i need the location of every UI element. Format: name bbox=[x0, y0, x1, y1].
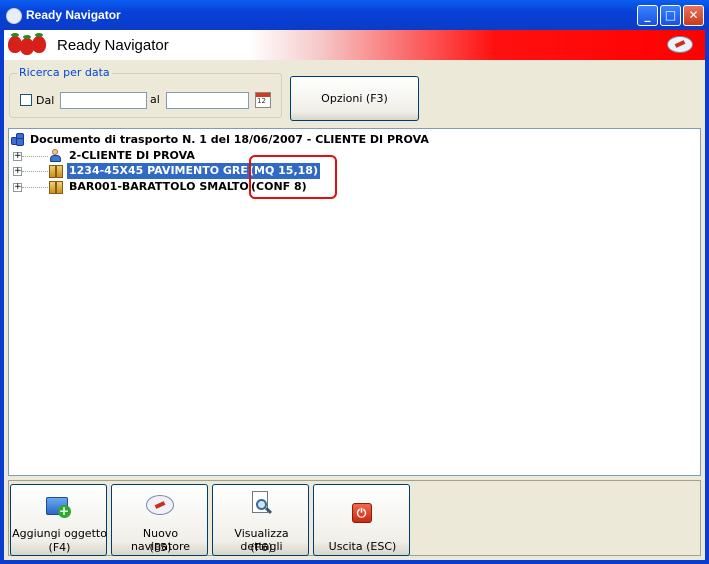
add-object-button[interactable]: + Aggiungi oggetto (F4) bbox=[10, 484, 107, 556]
header-title: Ready Navigator bbox=[57, 37, 169, 54]
power-icon: ⏻ bbox=[351, 503, 372, 523]
navigator-tree[interactable]: Documento di trasporto N. 1 del 18/06/20… bbox=[8, 128, 701, 476]
options-button[interactable]: Opzioni (F3) bbox=[290, 76, 419, 121]
exit-button[interactable]: ⏻ Uscita (ESC) bbox=[313, 484, 410, 556]
add-object-label: Aggiungi oggetto bbox=[12, 527, 107, 540]
window-title: Ready Navigator bbox=[26, 8, 121, 22]
compass-icon bbox=[667, 36, 693, 53]
new-navigator-button[interactable]: Nuovo navigatore (F5) bbox=[111, 484, 208, 556]
close-button[interactable]: ✕ bbox=[683, 5, 704, 26]
client-area: Ready Navigator Ricerca per data Dal al … bbox=[4, 30, 705, 560]
app-window: Ready Navigator _ □ ✕ Ready Navigator Ri… bbox=[0, 0, 709, 564]
maximize-button[interactable]: □ bbox=[660, 5, 681, 26]
app-icon bbox=[6, 8, 22, 24]
new-navigator-shortcut: (F5) bbox=[149, 541, 172, 554]
tree-connector bbox=[22, 187, 48, 188]
magnifier-document-icon bbox=[250, 491, 272, 519]
from-date-checkbox[interactable] bbox=[20, 94, 32, 106]
title-bar[interactable]: Ready Navigator _ □ ✕ bbox=[0, 0, 709, 30]
to-date-field[interactable] bbox=[166, 92, 249, 109]
tree-item-label: 2-CLIENTE DI PROVA bbox=[69, 149, 195, 162]
exit-label: Uscita (ESC) bbox=[328, 540, 397, 553]
compass-icon bbox=[145, 495, 174, 515]
add-object-shortcut: (F4) bbox=[48, 541, 71, 554]
to-date-label: al bbox=[150, 93, 160, 106]
minimize-icon: _ bbox=[644, 8, 651, 22]
from-date-field[interactable] bbox=[60, 92, 147, 109]
close-icon: ✕ bbox=[688, 8, 699, 22]
calendar-icon[interactable]: 12 bbox=[255, 92, 271, 108]
maximize-icon: □ bbox=[664, 8, 677, 22]
add-folder-icon: + bbox=[45, 493, 72, 519]
minimize-button[interactable]: _ bbox=[637, 5, 658, 26]
header-banner: Ready Navigator bbox=[4, 30, 705, 60]
tree-connector bbox=[22, 156, 48, 157]
strawberry-icon bbox=[32, 33, 46, 53]
calendar-icon-text: 12 bbox=[257, 97, 266, 105]
box-icon bbox=[49, 181, 63, 194]
box-icon bbox=[49, 165, 63, 178]
highlight-annotation bbox=[249, 155, 337, 199]
tree-item-label: 1234-45X45 PAVIMENTO GRES bbox=[67, 163, 258, 179]
view-details-shortcut: (F6) bbox=[250, 541, 273, 554]
view-details-button[interactable]: Visualizza dettagli (F6) bbox=[212, 484, 309, 556]
tree-root-label: Documento di trasporto N. 1 del 18/06/20… bbox=[30, 133, 429, 146]
from-date-label: Dal bbox=[36, 94, 55, 107]
tree-item-label: BAR001-BARATTOLO SMALTO bbox=[69, 180, 249, 193]
expand-icon[interactable]: + bbox=[13, 167, 22, 176]
date-filter-legend: Ricerca per data bbox=[17, 66, 112, 79]
person-icon bbox=[49, 149, 62, 163]
document-icon bbox=[11, 133, 25, 146]
expand-icon[interactable]: + bbox=[13, 183, 22, 192]
tree-connector bbox=[22, 171, 48, 172]
expand-icon[interactable]: + bbox=[13, 152, 22, 161]
